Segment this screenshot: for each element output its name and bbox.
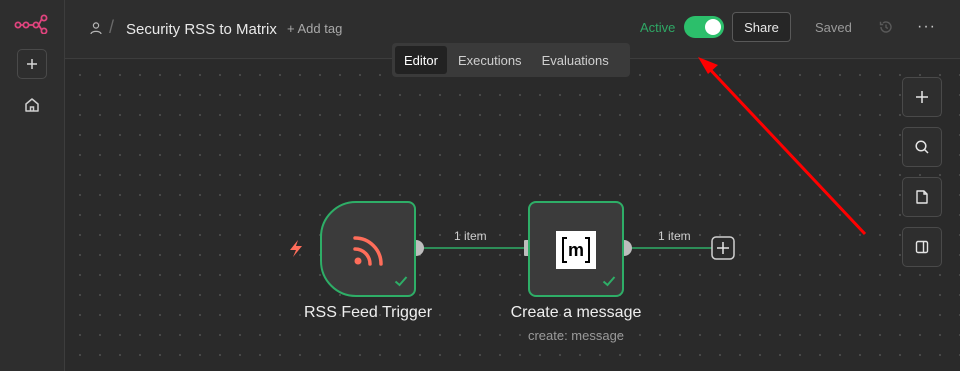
more-options-icon[interactable]: ··· — [917, 18, 936, 36]
n8n-workflow-editor: / Security RSS to Matrix + Add tag Activ… — [0, 0, 960, 371]
connection-item-count-1: 1 item — [454, 229, 487, 243]
sticky-note-icon — [916, 190, 928, 204]
plus-icon — [916, 91, 928, 103]
tab-editor[interactable]: Editor — [395, 46, 447, 74]
breadcrumb-separator: / — [109, 17, 115, 37]
matrix-bracket-right — [585, 237, 590, 263]
success-check-icon — [394, 276, 408, 287]
n8n-logo-icon[interactable] — [14, 14, 48, 34]
plus-icon — [27, 59, 37, 69]
connection-item-count-2: 1 item — [658, 229, 691, 243]
add-sticky-note-button[interactable] — [902, 177, 942, 217]
matrix-bracket-left — [562, 237, 567, 263]
saved-status: Saved — [815, 20, 852, 35]
node-label-rss: RSS Feed Trigger — [303, 304, 433, 321]
toggle-knob — [705, 19, 721, 35]
matrix-logo-text: m — [567, 239, 584, 260]
toggle-panel-button[interactable] — [902, 227, 942, 267]
matrix-logo: m — [556, 231, 596, 269]
panel-toggle-icon — [915, 240, 929, 254]
add-node-button[interactable] — [902, 77, 942, 117]
user-icon — [90, 22, 102, 35]
active-toggle[interactable] — [684, 16, 724, 38]
search-icon — [915, 140, 929, 154]
node-rss-feed-trigger[interactable] — [320, 201, 416, 297]
tab-executions[interactable]: Executions — [449, 46, 531, 74]
left-sidebar — [0, 0, 65, 371]
tab-evaluations[interactable]: Evaluations — [533, 46, 618, 74]
home-icon[interactable] — [22, 95, 42, 115]
history-icon[interactable] — [878, 19, 894, 35]
active-status-label: Active — [640, 20, 676, 35]
search-nodes-button[interactable] — [902, 127, 942, 167]
node-subtitle-matrix: create: message — [527, 328, 625, 343]
workflow-canvas[interactable] — [65, 60, 960, 371]
rss-icon — [353, 236, 383, 266]
node-create-a-message[interactable]: m — [528, 201, 624, 297]
add-tag-button[interactable]: + Add tag — [287, 21, 342, 36]
share-button[interactable]: Share — [732, 12, 791, 42]
create-button[interactable] — [17, 49, 47, 79]
node-label-matrix: Create a message — [510, 304, 642, 321]
view-tabs: Editor Executions Evaluations — [392, 43, 630, 77]
workflow-title[interactable]: Security RSS to Matrix — [126, 21, 277, 38]
success-check-icon — [602, 276, 616, 287]
